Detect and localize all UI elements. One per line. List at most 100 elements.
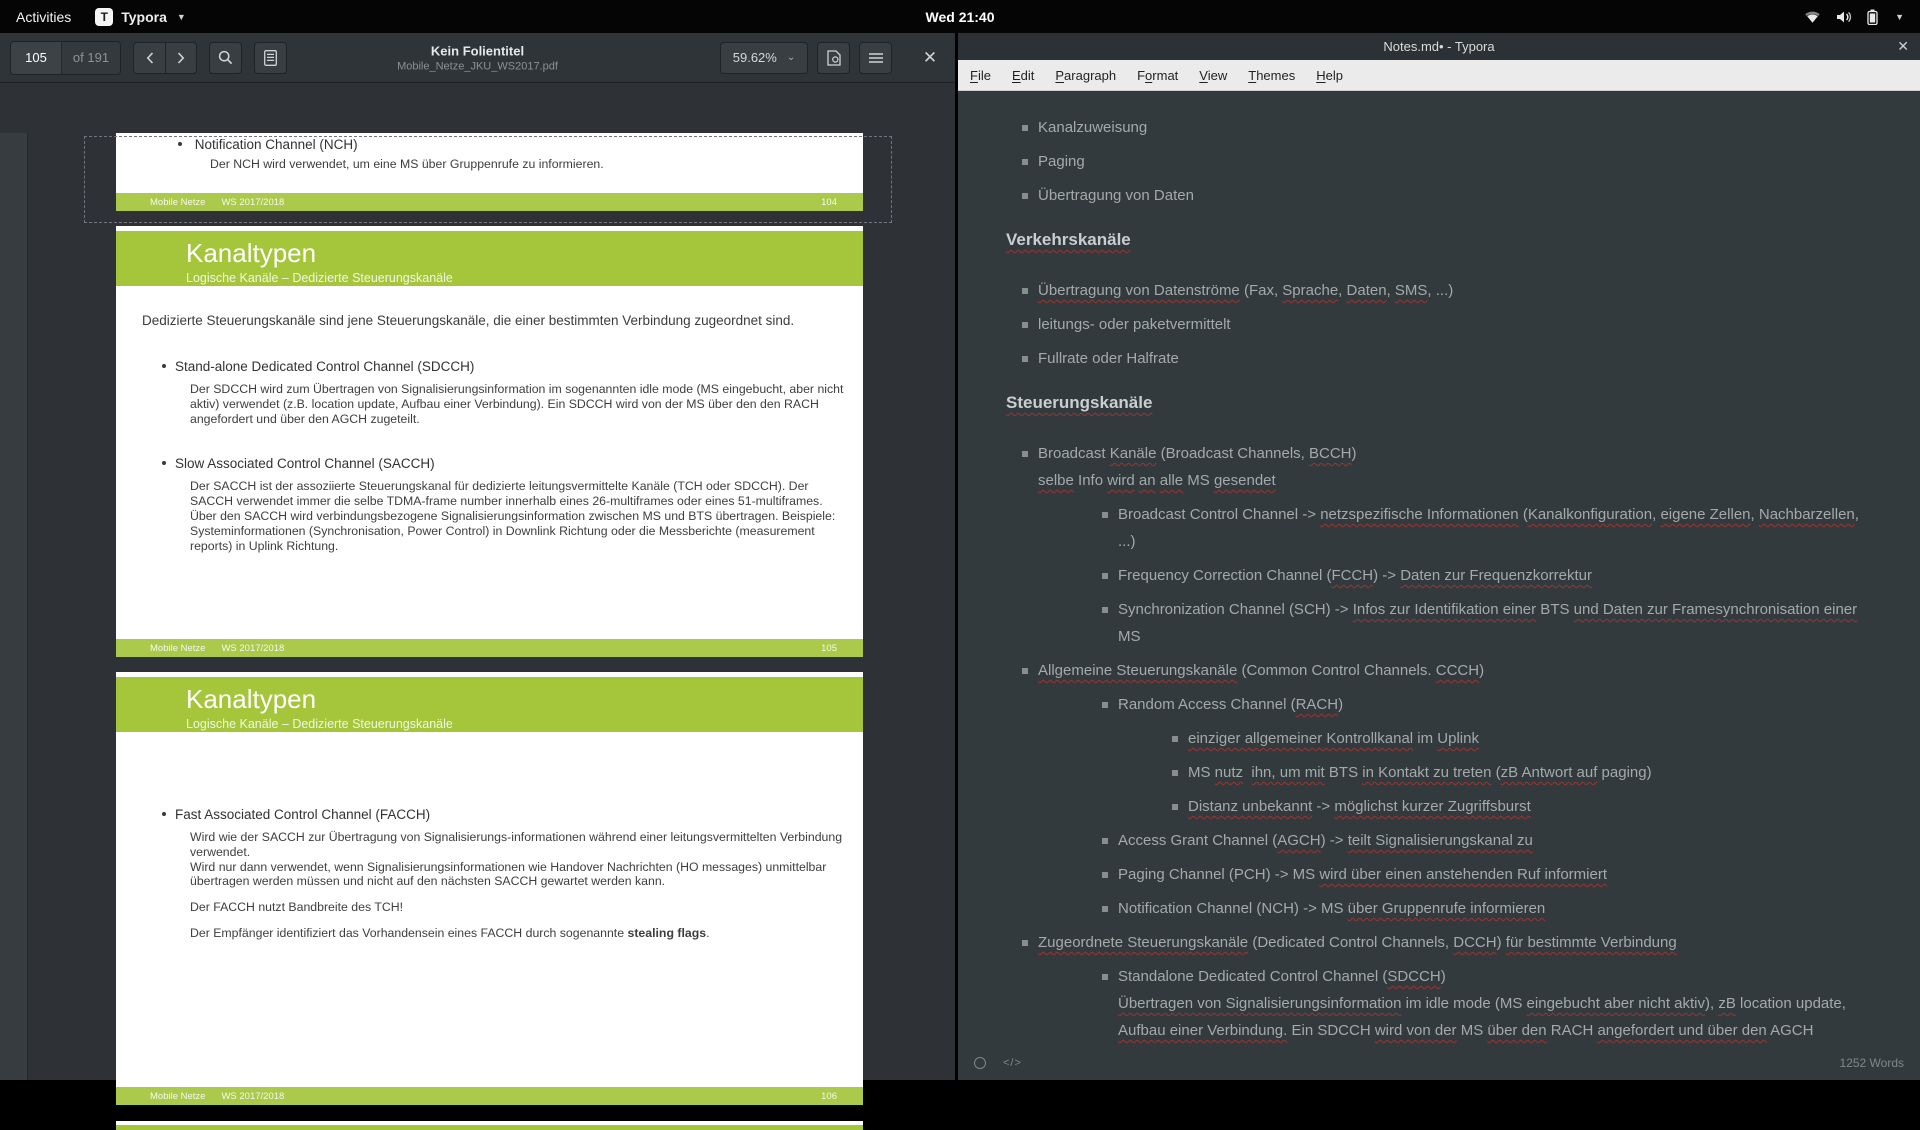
chevron-down-icon: ⌄ bbox=[787, 52, 795, 63]
slide-title: Kanaltypen bbox=[186, 684, 316, 715]
md-list-item[interactable]: Übertragung von Datenströme (Fax, Sprach… bbox=[1038, 277, 1866, 304]
typora-titlebar[interactable]: Notes.md• - Typora ✕ bbox=[958, 33, 1920, 60]
window-title: Notes.md• - Typora bbox=[1383, 39, 1494, 54]
word-count[interactable]: 1252 Words bbox=[1840, 1056, 1904, 1070]
battery-icon bbox=[1867, 9, 1878, 25]
pdf-sidebar-strip bbox=[0, 133, 28, 1080]
page-number-widget: 105 of 191 bbox=[10, 41, 121, 75]
md-list-item[interactable]: Übertragung von Daten bbox=[1038, 182, 1866, 209]
next-page-button[interactable] bbox=[165, 42, 197, 74]
md-list-item[interactable]: Kanalzuweisung bbox=[1038, 114, 1866, 141]
md-text-line: Zugeordnete Steuerungskanäle (Dedicated … bbox=[1038, 929, 1866, 956]
md-list-item[interactable]: Fullrate oder Halfrate bbox=[1038, 345, 1866, 372]
system-status-area[interactable]: ▼ bbox=[1804, 9, 1920, 25]
sidebar-toggle-button[interactable] bbox=[254, 42, 287, 74]
slide-subtitle: Logische Kanäle – Dedizierte Steuerungsk… bbox=[186, 271, 453, 285]
md-text-line: MS nutz ihn, um mit BTS in Kontakt zu tr… bbox=[1188, 759, 1866, 786]
menu-icon bbox=[869, 53, 883, 63]
footer-brand: Mobile Netze bbox=[150, 1091, 205, 1102]
zoom-value: 59.62% bbox=[733, 50, 777, 65]
md-text-line: Access Grant Channel (AGCH) -> teilt Sig… bbox=[1118, 827, 1866, 854]
menu-help[interactable]: Help bbox=[1316, 68, 1343, 83]
document-filename: Mobile_Netze_JKU_WS2017.pdf bbox=[397, 60, 558, 72]
slide-header-band bbox=[116, 1125, 863, 1130]
md-list-item[interactable]: Broadcast Control Channel -> netzspezifi… bbox=[1118, 501, 1866, 555]
source-mode-icon[interactable]: </> bbox=[1003, 1057, 1022, 1069]
slide-paragraph: Der SDCCH wird zum Übertragen von Signal… bbox=[190, 382, 850, 426]
md-list-item[interactable]: Paging Channel (PCH) -> MS wird über ein… bbox=[1118, 861, 1866, 888]
pdf-document-area[interactable]: Notification Channel (NCH) Der NCH wird … bbox=[0, 83, 955, 1080]
md-text-line: Allgemeine Steuerungskanäle (Common Cont… bbox=[1038, 657, 1866, 684]
page-total-label: of 191 bbox=[61, 42, 120, 74]
md-text-line: Frequency Correction Channel (FCCH) -> D… bbox=[1118, 562, 1866, 589]
md-text-line: selbe Info wird an alle MS gesendet bbox=[1038, 467, 1866, 494]
md-list-item[interactable]: Synchronization Channel (SCH) -> Infos z… bbox=[1118, 596, 1866, 650]
md-list-item[interactable]: Standalone Dedicated Control Channel (SD… bbox=[1118, 963, 1866, 1046]
md-list-item[interactable]: Broadcast Kanäle (Broadcast Channels, BC… bbox=[1038, 440, 1866, 494]
slide-bullet-head: Fast Associated Control Channel (FACCH) bbox=[162, 807, 863, 822]
footer-term: WS 2017/2018 bbox=[221, 1091, 284, 1102]
menu-edit[interactable]: Edit bbox=[1012, 68, 1034, 83]
md-text-line: Distanz unbekannt -> möglichst kurzer Zu… bbox=[1188, 793, 1866, 820]
footer-term: WS 2017/2018 bbox=[221, 197, 284, 208]
md-text-line: Standalone Dedicated Control Channel (SD… bbox=[1118, 963, 1866, 990]
md-heading[interactable]: Steuerungskanäle bbox=[1006, 388, 1866, 418]
clock[interactable]: Wed 21:40 bbox=[926, 9, 995, 25]
app-menu[interactable]: T Typora ▼ bbox=[95, 8, 186, 26]
menu-format[interactable]: Format bbox=[1137, 68, 1178, 83]
md-list-item[interactable]: einziger allgemeiner Kontrollkanal im Up… bbox=[1188, 725, 1866, 752]
slide-footer: Mobile Netze WS 2017/2018 104 bbox=[116, 193, 863, 211]
window-close-button[interactable]: ✕ bbox=[915, 42, 945, 74]
md-list-item[interactable]: Random Access Channel (RACH) bbox=[1118, 691, 1866, 718]
annotations-button[interactable] bbox=[817, 42, 850, 74]
pdf-page-104: Notification Channel (NCH) Der NCH wird … bbox=[116, 133, 863, 211]
md-list-item[interactable]: Allgemeine Steuerungskanäle (Common Cont… bbox=[1038, 657, 1866, 684]
md-list-item[interactable]: Distanz unbekannt -> möglichst kurzer Zu… bbox=[1188, 793, 1866, 820]
md-list-item[interactable]: leitungs- oder paketvermittelt bbox=[1038, 311, 1866, 338]
md-text-line: Synchronization Channel (SCH) -> Infos z… bbox=[1118, 596, 1866, 650]
md-list-item[interactable]: Access Grant Channel (AGCH) -> teilt Sig… bbox=[1118, 827, 1866, 854]
slide-header-band: Kanaltypen Logische Kanäle – Dedizierte … bbox=[116, 231, 863, 286]
slide-page-number: 104 bbox=[821, 197, 837, 208]
menu-paragraph[interactable]: Paragraph bbox=[1055, 68, 1116, 83]
slide-title: Kanaltypen bbox=[186, 238, 316, 269]
search-icon bbox=[218, 50, 233, 65]
md-text-line: Steuerungskanäle bbox=[1006, 388, 1866, 418]
menu-file[interactable]: File bbox=[970, 68, 991, 83]
slide-paragraph: Der SACCH ist der assoziierte Steuerungs… bbox=[190, 479, 850, 509]
md-text-line: Aufbau einer Verbindung. Ein SDCCH wird … bbox=[1118, 1017, 1866, 1046]
close-icon: ✕ bbox=[923, 48, 937, 68]
slide-paragraph: Wird wie der SACCH zur Übertragung von S… bbox=[190, 830, 850, 860]
md-list-item[interactable]: Frequency Correction Channel (FCCH) -> D… bbox=[1118, 562, 1866, 589]
chevron-down-icon: ▼ bbox=[177, 12, 186, 22]
md-text-line: Übertragen von Signalisierungsinformatio… bbox=[1118, 990, 1866, 1017]
editor-area[interactable]: Kanalzuweisung Paging Übertragung von Date… bbox=[958, 90, 1920, 1046]
menu-view[interactable]: View bbox=[1199, 68, 1227, 83]
outline-toggle-icon[interactable] bbox=[974, 1057, 986, 1069]
window-close-button[interactable]: ✕ bbox=[1897, 33, 1909, 60]
slide-bullet-head: Notification Channel (NCH) bbox=[195, 137, 358, 152]
slide-bullet-head: Stand-alone Dedicated Control Channel (S… bbox=[162, 359, 863, 374]
md-list-item[interactable]: Notification Channel (NCH) -> MS über Gr… bbox=[1118, 895, 1866, 922]
slide-page-number: 106 bbox=[821, 1091, 837, 1102]
md-list-item[interactable]: Zugeordnete Steuerungskanäle (Dedicated … bbox=[1038, 929, 1866, 956]
bullet-dot-icon bbox=[162, 812, 166, 816]
md-list-item[interactable]: Paging bbox=[1038, 148, 1866, 175]
md-text-line: einziger allgemeiner Kontrollkanal im Up… bbox=[1188, 725, 1866, 752]
activities-button[interactable]: Activities bbox=[16, 9, 71, 25]
zoom-control[interactable]: 59.62% ⌄ bbox=[720, 42, 808, 74]
page-number-input[interactable]: 105 bbox=[11, 42, 61, 74]
markdown-document[interactable]: Kanalzuweisung Paging Übertragung von Date… bbox=[958, 90, 1920, 1046]
md-text-line: Notification Channel (NCH) -> MS über Gr… bbox=[1118, 895, 1866, 922]
search-button[interactable] bbox=[209, 42, 242, 74]
annotations-icon bbox=[827, 50, 841, 66]
footer-term: WS 2017/2018 bbox=[221, 643, 284, 654]
bullet-dot-icon bbox=[162, 364, 166, 368]
previous-page-button[interactable] bbox=[133, 42, 165, 74]
app-menu-button[interactable] bbox=[859, 42, 892, 74]
md-list-item[interactable]: MS nutz ihn, um mit BTS in Kontakt zu tr… bbox=[1188, 759, 1866, 786]
slide-bullet-head: Slow Associated Control Channel (SACCH) bbox=[162, 456, 863, 471]
md-heading[interactable]: Verkehrskanäle bbox=[1006, 225, 1866, 255]
menu-themes[interactable]: Themes bbox=[1248, 68, 1295, 83]
pdf-page-106: Kanaltypen Logische Kanäle – Dedizierte … bbox=[116, 672, 863, 1105]
